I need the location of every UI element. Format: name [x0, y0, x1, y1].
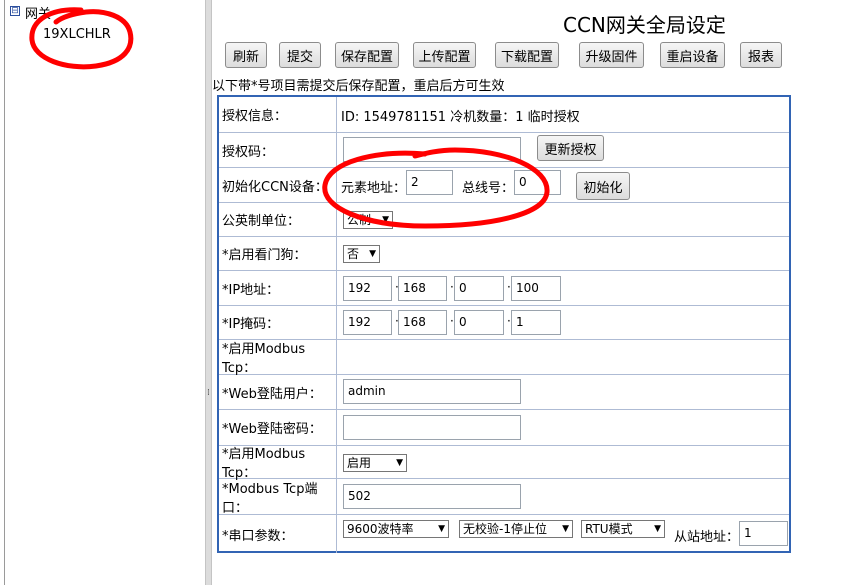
- row-serial-params: *串口参数： 9600波特率 ▼ 无校验-1停止位 ▼ RTU模式 ▼ 从站地址…: [219, 515, 789, 553]
- submit-button[interactable]: 提交: [279, 42, 321, 68]
- row-unit-system: 公英制单位： 公制 ▼: [219, 203, 789, 237]
- slave-address-label: 从站地址：: [674, 530, 740, 545]
- row-label: *串口参数：: [219, 515, 337, 553]
- chevron-down-icon: ▼: [562, 524, 569, 534]
- ip-octet-input[interactable]: 100: [511, 276, 561, 301]
- row-value: 9600波特率 ▼ 无校验-1停止位 ▼ RTU模式 ▼ 从站地址： 1: [338, 515, 789, 553]
- chevron-down-icon: ▼: [438, 524, 445, 534]
- row-modbus-enable-2: *启用Modbus Tcp： 启用 ▼: [219, 446, 789, 481]
- tree-panel: ⊟ 网关 19XLCHLR: [0, 0, 205, 585]
- row-label: *启用看门狗：: [219, 237, 337, 270]
- save-note: 以下带*号项目需提交后保存配置，重启后方可生效: [212, 79, 505, 94]
- row-value: 元素地址： 2 总线号： 0 初始化: [338, 168, 789, 202]
- row-label: *Web登陆用户：: [219, 375, 337, 409]
- report-button[interactable]: 报表: [740, 42, 782, 68]
- update-license-button[interactable]: 更新授权: [537, 135, 604, 161]
- bus-number-label: 总线号：: [462, 181, 515, 196]
- row-value: 更新授权: [338, 133, 789, 167]
- chevron-down-icon: ▼: [382, 215, 389, 225]
- settings-table: 授权信息： ID: 1549781151 冷机数量：1 临时授权 授权码： 更新…: [217, 95, 791, 553]
- web-user-input[interactable]: admin: [343, 379, 521, 404]
- row-value: admin: [338, 375, 789, 409]
- ip-octet-input[interactable]: 168: [398, 276, 447, 301]
- initialize-button[interactable]: 初始化: [576, 172, 630, 200]
- ip-octet-input[interactable]: 0: [454, 276, 504, 301]
- unit-system-select[interactable]: 公制 ▼: [343, 211, 393, 229]
- baud-rate-select[interactable]: 9600波特率 ▼: [343, 520, 449, 538]
- row-label: 公英制单位：: [219, 203, 337, 236]
- row-label: *启用Modbus Tcp：: [219, 340, 337, 376]
- mode-select[interactable]: RTU模式 ▼: [581, 520, 665, 538]
- row-modbus-port: *Modbus Tcp端口： 502: [219, 479, 789, 516]
- tree-panel-border: [4, 0, 5, 585]
- modbus-port-input[interactable]: 502: [343, 484, 521, 509]
- row-label: 授权码：: [219, 133, 337, 167]
- upgrade-firmware-button[interactable]: 升级固件: [579, 42, 644, 68]
- restart-device-button[interactable]: 重启设备: [660, 42, 725, 68]
- row-value: 启用 ▼: [338, 446, 789, 478]
- row-init-ccn: 初始化CCN设备： 元素地址： 2 总线号： 0 初始化: [219, 168, 789, 203]
- select-value: 启用: [347, 456, 372, 470]
- element-address-input[interactable]: 2: [406, 170, 453, 195]
- row-value: ID: 1549781151 冷机数量：1 临时授权: [338, 97, 789, 132]
- bus-number-input[interactable]: 0: [514, 170, 561, 195]
- mask-octet-input[interactable]: 1: [511, 310, 561, 335]
- save-config-button[interactable]: 保存配置: [335, 42, 399, 68]
- row-value: 否 ▼: [338, 237, 789, 270]
- row-value: [338, 340, 789, 374]
- row-value: [338, 410, 789, 445]
- license-code-input[interactable]: [343, 137, 521, 162]
- mask-octet-input[interactable]: 0: [454, 310, 504, 335]
- splitter-grip-icon: ⁞: [207, 388, 210, 398]
- web-password-input[interactable]: [343, 415, 521, 440]
- element-address-label: 元素地址：: [341, 181, 407, 196]
- row-watchdog: *启用看门狗： 否 ▼: [219, 237, 789, 271]
- row-modbus-enable-1: *启用Modbus Tcp：: [219, 340, 789, 376]
- tree-root-label[interactable]: 网关: [25, 3, 51, 22]
- chevron-down-icon: ▼: [396, 458, 403, 468]
- row-value: 公制 ▼: [338, 203, 789, 236]
- mask-octet-input[interactable]: 192: [343, 310, 392, 335]
- panel-splitter[interactable]: ⁞: [205, 0, 212, 585]
- row-license-code: 授权码： 更新授权: [219, 133, 789, 168]
- select-value: RTU模式: [585, 522, 633, 536]
- refresh-button[interactable]: 刷新: [225, 42, 267, 68]
- row-value: 192 · 168 · 0 · 1: [338, 306, 789, 339]
- chevron-down-icon: ▼: [654, 524, 661, 534]
- row-ip-mask: *IP掩码： 192 · 168 · 0 · 1: [219, 306, 789, 340]
- select-value: 9600波特率: [347, 522, 414, 536]
- modbus-enable-select[interactable]: 启用 ▼: [343, 454, 407, 472]
- upload-config-button[interactable]: 上传配置: [413, 42, 476, 68]
- row-label: *Web登陆密码：: [219, 410, 337, 445]
- page-title: CCN网关全局设定: [563, 13, 726, 37]
- row-label: 初始化CCN设备：: [219, 168, 337, 202]
- select-value: 公制: [347, 213, 372, 227]
- row-label: *IP地址：: [219, 271, 337, 305]
- tree-item-device[interactable]: 19XLCHLR: [43, 27, 111, 42]
- chevron-down-icon: ▼: [369, 249, 376, 259]
- select-value: 否: [347, 247, 360, 261]
- row-ip-address: *IP地址： 192 · 168 · 0 · 100: [219, 271, 789, 306]
- row-value: 502: [338, 479, 789, 514]
- row-web-password: *Web登陆密码：: [219, 410, 789, 446]
- row-web-user: *Web登陆用户： admin: [219, 375, 789, 410]
- slave-address-input[interactable]: 1: [739, 521, 788, 546]
- select-value: 无校验-1停止位: [463, 522, 547, 536]
- ip-octet-input[interactable]: 192: [343, 276, 392, 301]
- row-label: 授权信息：: [219, 97, 337, 132]
- row-label: *启用Modbus Tcp：: [219, 446, 337, 481]
- watchdog-select[interactable]: 否 ▼: [343, 245, 380, 263]
- license-info-text: ID: 1549781151 冷机数量：1 临时授权: [341, 110, 580, 125]
- tree-collapse-icon[interactable]: ⊟: [10, 6, 20, 16]
- row-label: *IP掩码：: [219, 306, 337, 339]
- row-value: 192 · 168 · 0 · 100: [338, 271, 789, 305]
- row-label: *Modbus Tcp端口：: [219, 479, 337, 516]
- row-license-info: 授权信息： ID: 1549781151 冷机数量：1 临时授权: [219, 97, 789, 133]
- download-config-button[interactable]: 下载配置: [495, 42, 559, 68]
- mask-octet-input[interactable]: 168: [398, 310, 447, 335]
- parity-select[interactable]: 无校验-1停止位 ▼: [459, 520, 573, 538]
